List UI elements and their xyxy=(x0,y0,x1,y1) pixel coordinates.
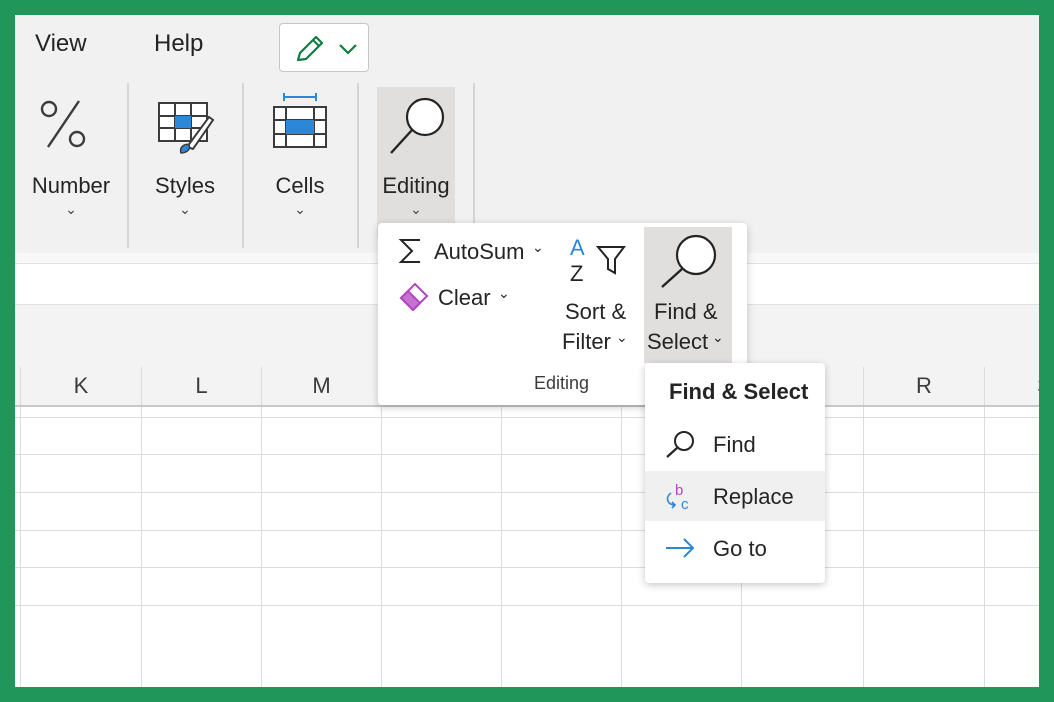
styles-group-label: Styles xyxy=(155,173,215,198)
sort-filter-label-2: Filter xyxy=(562,329,611,354)
column-header-divider xyxy=(15,405,1039,407)
cells-group-label: Cells xyxy=(275,173,325,198)
chevron-down-icon: ⌄ xyxy=(532,239,544,255)
percent-icon xyxy=(40,100,86,148)
tab-help[interactable]: Help xyxy=(154,30,203,58)
find-select-menu: Find & Select Find b c Replace Go to xyxy=(645,363,825,583)
svg-text:Z: Z xyxy=(570,261,583,283)
replace-icon: b c xyxy=(666,482,689,511)
search-icon xyxy=(666,431,694,458)
chevron-down-icon: ⌄ xyxy=(65,201,77,217)
ribbon: View Help Number ⌄ Styles ⌄ Cells ⌄ Edit… xyxy=(15,15,1039,253)
arrow-right-icon xyxy=(666,538,695,558)
magnifier-icon xyxy=(390,97,445,154)
autosum-label: AutoSum xyxy=(434,239,525,264)
grid-line xyxy=(863,407,864,687)
menu-item-replace[interactable]: b c Replace xyxy=(645,471,825,521)
editing-mode-button[interactable] xyxy=(279,23,369,72)
grid-line xyxy=(15,417,1039,418)
menu-item-goto-label: Go to xyxy=(713,536,767,561)
excel-window: View Help Number ⌄ Styles ⌄ Cells ⌄ Edit… xyxy=(15,15,1039,687)
grid-line xyxy=(15,492,1039,493)
grid-line xyxy=(621,407,622,687)
sort-filter-button[interactable]: A Z Sort & Filter ⌄ xyxy=(558,229,638,363)
grid-line xyxy=(261,407,262,687)
grid-line xyxy=(984,407,985,687)
chevron-down-icon: ⌄ xyxy=(712,329,724,345)
chevron-down-icon: ⌄ xyxy=(294,201,306,217)
column-header-r[interactable]: R xyxy=(863,367,984,405)
chevron-down-icon: ⌄ xyxy=(179,201,191,217)
chevron-down-icon: ⌄ xyxy=(616,329,628,345)
ribbon-divider xyxy=(357,83,359,248)
column-header-l[interactable]: L xyxy=(141,367,261,405)
menu-item-goto[interactable]: Go to xyxy=(645,523,825,573)
number-group-button[interactable]: Number ⌄ xyxy=(15,95,127,225)
sort-filter-label-1: Sort & xyxy=(565,299,627,324)
svg-text:A: A xyxy=(570,235,585,260)
eraser-icon xyxy=(399,282,429,311)
grid-line xyxy=(15,530,1039,531)
sigma-icon xyxy=(398,239,420,263)
find-select-label-1: Find & xyxy=(654,299,718,324)
chevron-down-icon xyxy=(339,44,357,55)
grid-line xyxy=(381,407,382,687)
styles-group-button[interactable]: Styles ⌄ xyxy=(129,95,241,225)
grid-line xyxy=(15,454,1039,455)
find-select-label-2: Select xyxy=(647,329,709,354)
cells-icon xyxy=(273,93,327,148)
svg-text:c: c xyxy=(681,496,689,511)
sort-filter-icon: A Z xyxy=(570,235,626,283)
grid-line xyxy=(20,407,21,687)
grid-line xyxy=(15,605,1039,606)
find-select-button[interactable]: Find & Select ⌄ xyxy=(644,227,732,363)
column-header-k[interactable]: K xyxy=(20,367,141,405)
number-group-label: Number xyxy=(31,173,111,198)
magnifier-icon xyxy=(661,234,717,288)
editing-group-button[interactable]: Editing ⌄ xyxy=(377,87,455,237)
menu-item-find[interactable]: Find xyxy=(645,419,825,469)
grid-line xyxy=(15,567,1039,568)
menu-item-replace-label: Replace xyxy=(713,484,794,509)
editing-group-label: Editing xyxy=(382,173,450,198)
chevron-down-icon: ⌄ xyxy=(498,285,510,301)
column-header-m[interactable]: M xyxy=(261,367,381,405)
column-header-s[interactable]: S xyxy=(984,367,1039,405)
menu-item-find-label: Find xyxy=(713,432,756,457)
clear-label: Clear xyxy=(438,285,491,310)
editing-panel-title: Editing xyxy=(534,373,590,393)
pencil-icon xyxy=(296,35,324,62)
cells-group-button[interactable]: Cells ⌄ xyxy=(244,93,356,225)
tab-view[interactable]: View xyxy=(35,30,87,58)
grid-line xyxy=(141,407,142,687)
grid-line xyxy=(501,407,502,687)
find-select-menu-title: Find & Select xyxy=(669,379,809,404)
styles-icon xyxy=(158,102,215,154)
chevron-down-icon: ⌄ xyxy=(410,201,422,217)
